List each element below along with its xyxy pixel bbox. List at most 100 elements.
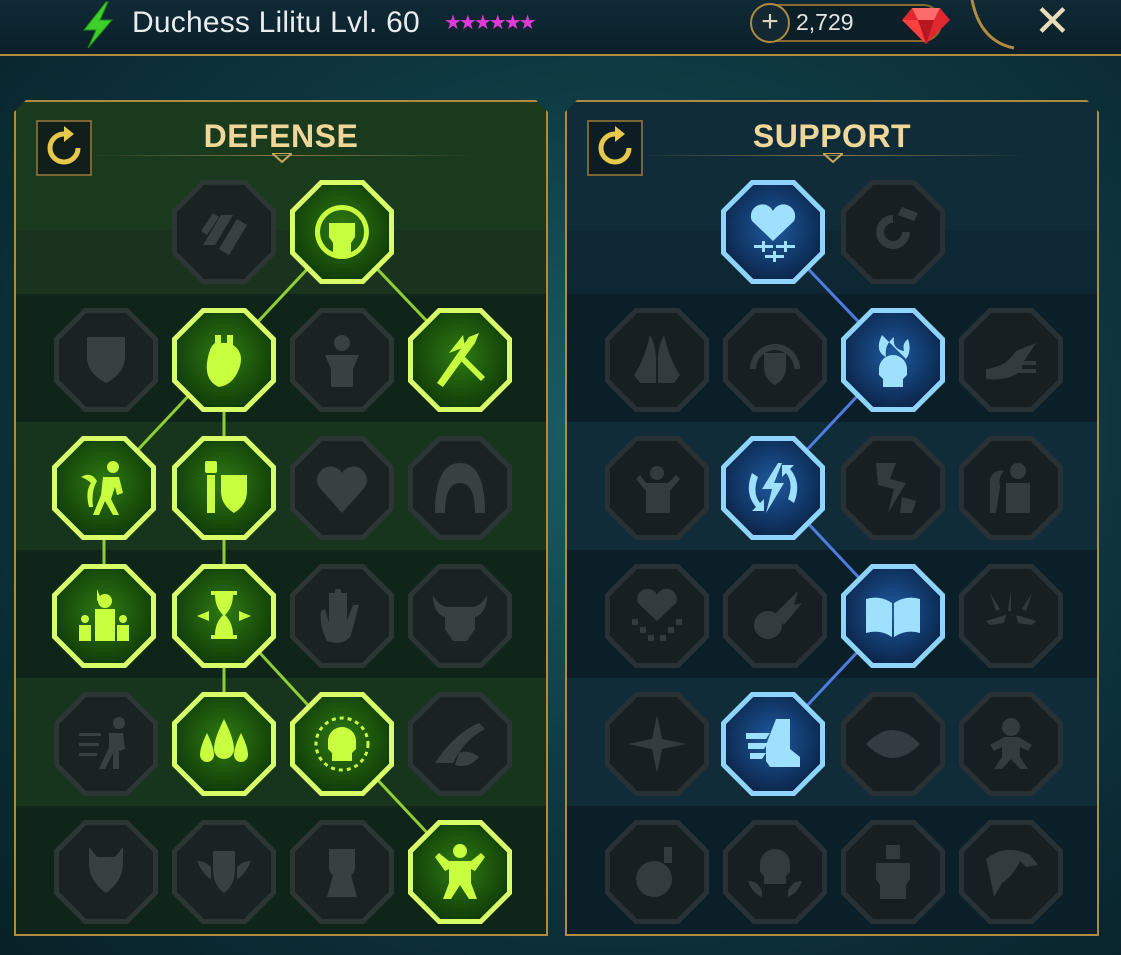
talent-node[interactable] xyxy=(172,564,276,668)
talent-node[interactable] xyxy=(605,564,709,668)
fireball-icon xyxy=(744,585,806,647)
flexing-figure-icon xyxy=(429,841,491,903)
talent-node[interactable] xyxy=(54,820,158,924)
ruby-gem-icon xyxy=(902,8,950,44)
chained-heart-icon xyxy=(626,585,688,647)
talent-node[interactable] xyxy=(605,436,709,540)
talent-node[interactable] xyxy=(54,308,158,412)
star-rating: ★★★★★★ xyxy=(444,12,537,34)
talent-node[interactable] xyxy=(172,436,276,540)
close-button[interactable]: ✕ xyxy=(1034,0,1071,44)
swift-strike-icon xyxy=(980,329,1042,391)
angry-eyes-icon xyxy=(980,585,1042,647)
demon-icon xyxy=(75,841,137,903)
talent-node[interactable] xyxy=(959,820,1063,924)
radiant-skull-icon xyxy=(311,713,373,775)
bearded-warrior-icon xyxy=(311,841,373,903)
lightning-cycle-icon xyxy=(742,457,804,519)
potion-flask-icon xyxy=(626,841,688,903)
talent-node[interactable] xyxy=(959,564,1063,668)
flaming-skull-icon xyxy=(862,329,924,391)
rallying-crowd-icon xyxy=(73,585,135,647)
talent-node[interactable] xyxy=(408,820,512,924)
talent-node[interactable] xyxy=(52,436,156,540)
talent-node[interactable] xyxy=(172,692,276,796)
champion-title: Duchess Lilitu Lvl. 60 xyxy=(132,6,420,39)
add-gems-button[interactable]: + xyxy=(750,3,790,43)
talent-node[interactable] xyxy=(408,692,512,796)
layered-shield-icon xyxy=(75,329,137,391)
talent-node[interactable] xyxy=(723,308,827,412)
title-caret-icon xyxy=(823,153,843,163)
talent-node[interactable] xyxy=(290,436,394,540)
clenched-fist-icon xyxy=(862,841,924,903)
knight-shield-icon xyxy=(193,457,255,519)
open-book-icon xyxy=(862,585,924,647)
talent-node[interactable] xyxy=(841,692,945,796)
talent-node[interactable] xyxy=(408,436,512,540)
horned-skull-icon xyxy=(744,841,806,903)
talent-node[interactable] xyxy=(841,820,945,924)
arched-shield-icon xyxy=(744,329,806,391)
talent-node[interactable] xyxy=(290,820,394,924)
hooded-face-icon xyxy=(429,457,491,519)
talent-node[interactable] xyxy=(605,820,709,924)
skull-heart-icon xyxy=(311,457,373,519)
eye-icon xyxy=(862,713,924,775)
talent-node[interactable] xyxy=(172,308,276,412)
talent-node[interactable] xyxy=(605,308,709,412)
top-bar: Duchess Lilitu Lvl. 60 ★★★★★★ + 2,729 ✕ xyxy=(0,0,1121,56)
talent-node[interactable] xyxy=(605,692,709,796)
talent-node[interactable] xyxy=(172,180,276,284)
talent-node[interactable] xyxy=(959,692,1063,796)
talent-node[interactable] xyxy=(841,436,945,540)
talent-node[interactable] xyxy=(841,180,945,284)
talent-node[interactable] xyxy=(959,436,1063,540)
talent-node[interactable] xyxy=(841,308,945,412)
shattered-shield-icon xyxy=(193,201,255,263)
talent-node[interactable] xyxy=(721,436,825,540)
talent-node[interactable] xyxy=(172,820,276,924)
talent-node[interactable] xyxy=(723,820,827,924)
talent-node[interactable] xyxy=(290,564,394,668)
swirling-orb-icon xyxy=(862,201,924,263)
running-figure-icon xyxy=(73,457,135,519)
ornament-arc-icon xyxy=(970,0,1015,50)
talent-node[interactable] xyxy=(290,180,394,284)
talent-node[interactable] xyxy=(408,308,512,412)
talent-node[interactable] xyxy=(290,692,394,796)
energy-bolt-icon xyxy=(82,1,114,49)
hourglass-skull-icon xyxy=(193,585,255,647)
defense-panel: DEFENSE xyxy=(14,100,548,936)
talent-node[interactable] xyxy=(408,564,512,668)
blood-drops-icon xyxy=(193,713,255,775)
raised-fist-icon xyxy=(311,201,373,263)
winged-boot-icon xyxy=(742,713,804,775)
winged-shield-icon xyxy=(193,841,255,903)
cracked-rock-icon xyxy=(862,457,924,519)
talent-node[interactable] xyxy=(959,308,1063,412)
support-title: SUPPORT xyxy=(752,118,912,154)
talent-node[interactable] xyxy=(721,692,825,796)
talent-node[interactable] xyxy=(723,564,827,668)
talent-node[interactable] xyxy=(52,564,156,668)
talent-node[interactable] xyxy=(841,564,945,668)
talent-node[interactable] xyxy=(54,692,158,796)
silhouettes-icon xyxy=(980,457,1042,519)
title-caret-icon xyxy=(272,153,292,163)
healing-heart-icon xyxy=(742,201,804,263)
blessing-figure-icon xyxy=(626,457,688,519)
gem-count: 2,729 xyxy=(796,9,854,35)
eagle-head-icon xyxy=(980,841,1042,903)
talent-node[interactable] xyxy=(721,180,825,284)
bull-head-icon xyxy=(429,585,491,647)
crossed-blades-icon xyxy=(429,329,491,391)
voodoo-doll-icon xyxy=(980,713,1042,775)
compass-star-icon xyxy=(626,713,688,775)
grasping-hand-icon xyxy=(429,713,491,775)
warrior-icon xyxy=(311,329,373,391)
bleeding-hand-icon xyxy=(311,585,373,647)
praying-hands-icon xyxy=(626,329,688,391)
heart-organ-icon xyxy=(193,329,255,391)
talent-node[interactable] xyxy=(290,308,394,412)
